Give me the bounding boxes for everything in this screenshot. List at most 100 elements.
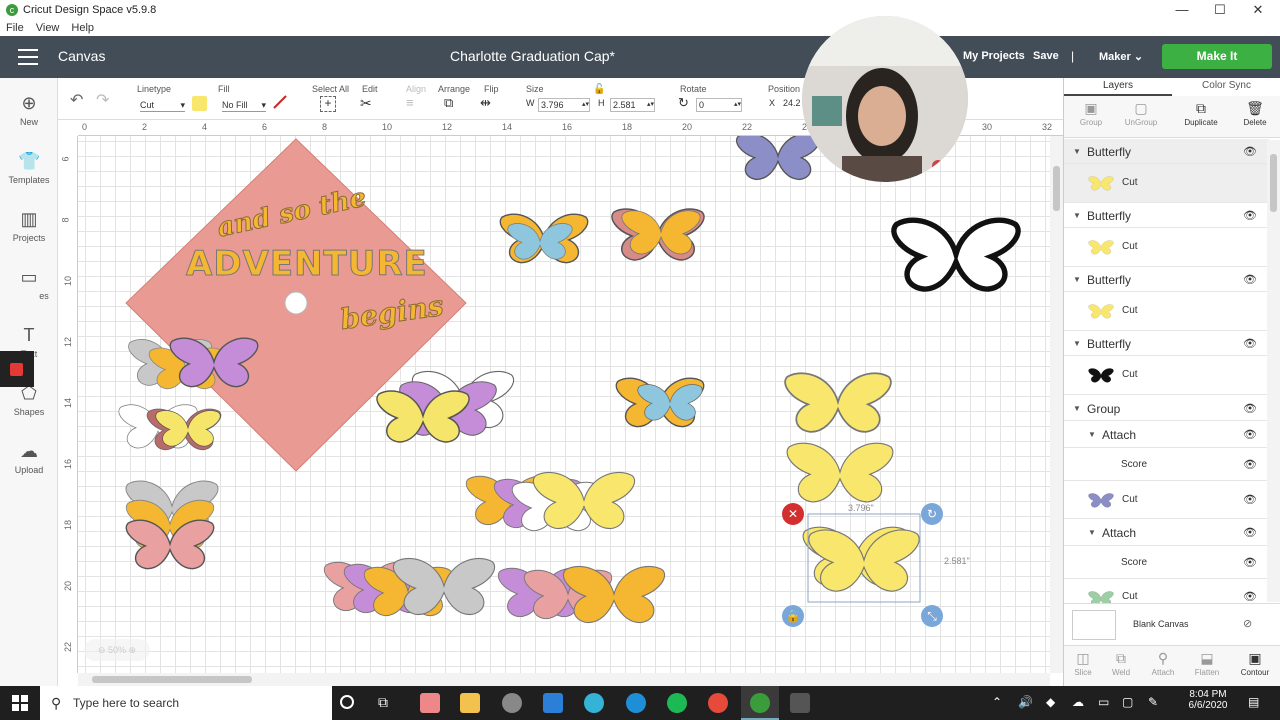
resize-handle-icon[interactable]: ⤡ <box>921 605 943 627</box>
pen-icon[interactable]: ✎ <box>1148 695 1158 709</box>
rotate-input[interactable]: 0 ▴▾ <box>696 98 742 112</box>
cut-row[interactable]: Cut 👁 <box>1064 579 1269 603</box>
dropbox-icon[interactable]: ◆ <box>1046 695 1055 709</box>
eye-icon[interactable]: 👁 <box>1243 428 1257 441</box>
network-icon[interactable]: ▢ <box>1122 695 1133 709</box>
eye-icon[interactable]: 👁 <box>1243 145 1257 158</box>
eye-icon[interactable]: 👁 <box>1243 402 1257 415</box>
layer-op-row[interactable]: Cut <box>1064 292 1269 331</box>
collapse-arrow-icon[interactable]: ▼ <box>1073 275 1081 284</box>
tool-new[interactable]: ⊕ New <box>0 92 58 127</box>
tab-layers[interactable]: Layers <box>1064 78 1172 96</box>
menu-file[interactable]: File <box>6 22 24 34</box>
taskbar-search-input[interactable]: ⚲ Type here to search <box>40 686 332 720</box>
cut-row[interactable]: Cut 👁 <box>1064 481 1269 519</box>
chrome-icon[interactable] <box>708 693 728 713</box>
tab-color-sync[interactable]: Color Sync <box>1172 78 1280 96</box>
eye-hidden-icon[interactable]: ⊘ <box>1243 617 1252 630</box>
blank-canvas-swatch[interactable] <box>1072 610 1116 640</box>
maximize-button[interactable]: ☐ <box>1200 0 1240 20</box>
no-color-icon[interactable] <box>272 94 288 110</box>
butterfly-art[interactable] <box>894 220 1018 289</box>
tool-templates[interactable]: 👕 Templates <box>0 150 58 185</box>
windows-start-icon[interactable] <box>12 695 28 711</box>
menu-help[interactable]: Help <box>71 22 94 34</box>
select-all-icon[interactable]: + <box>320 96 336 112</box>
layer-row[interactable]: ▼ Butterfly 👁 <box>1064 139 1269 164</box>
battery-icon[interactable]: ▭ <box>1098 695 1109 709</box>
align-icon[interactable]: ≡ <box>406 95 414 110</box>
eye-icon[interactable]: 👁 <box>1243 273 1257 286</box>
score-row[interactable]: Score 👁 <box>1064 448 1269 481</box>
collapse-arrow-icon[interactable]: ▼ <box>1088 528 1096 537</box>
group-row[interactable]: ▼ Group 👁 <box>1064 395 1269 421</box>
eye-icon[interactable]: 👁 <box>1243 209 1257 222</box>
collapse-arrow-icon[interactable]: ▼ <box>1073 339 1081 348</box>
rotate-icon[interactable]: ↻ <box>678 95 689 111</box>
redo-icon[interactable]: ↷ <box>96 90 109 110</box>
zoom-control[interactable]: ⊖ 50% ⊕ <box>84 639 150 661</box>
eye-icon[interactable]: 👁 <box>1243 590 1257 603</box>
layer-op-row[interactable]: Cut <box>1064 228 1269 267</box>
flip-icon[interactable]: ⇹ <box>480 95 491 111</box>
ungroup-button[interactable]: ▢ UnGroup <box>1114 100 1168 127</box>
close-window-button[interactable]: ✕ <box>1238 0 1278 20</box>
edge-icon[interactable] <box>626 693 646 713</box>
minimize-button[interactable]: — <box>1162 0 1202 20</box>
x-input[interactable]: 24.2 <box>783 98 803 108</box>
tool-shapes[interactable]: ⬠ Shapes <box>0 382 58 417</box>
group-button[interactable]: ▣ Group <box>1064 100 1118 127</box>
app-icon[interactable] <box>420 693 440 713</box>
menu-view[interactable]: View <box>36 22 60 34</box>
recording-stop-icon[interactable] <box>0 351 34 387</box>
lock-icon[interactable]: 🔓 <box>593 84 605 95</box>
arrange-icon[interactable]: ⧉ <box>444 95 453 111</box>
app-icon[interactable] <box>584 693 604 713</box>
tool-projects[interactable]: ▥ Projects <box>0 208 58 243</box>
notifications-icon[interactable]: ▤ <box>1248 695 1259 709</box>
lock-handle-icon[interactable]: 🔒 <box>782 605 804 627</box>
cloud-icon[interactable]: ☁ <box>1072 695 1084 709</box>
rotate-handle-icon[interactable]: ↻ <box>921 503 943 525</box>
attach-row[interactable]: ▼ Attach 👁 <box>1064 421 1269 448</box>
layer-row[interactable]: ▼ Butterfly 👁 <box>1064 203 1269 228</box>
save-button[interactable]: Save <box>1033 50 1059 62</box>
design-canvas[interactable]: and so the ADVENTURE begins ✕ ↻ 🔒 ⤡ 3.79… <box>78 136 1050 673</box>
show-hidden-icons-icon[interactable]: ⌃ <box>992 695 1002 709</box>
settings-icon[interactable] <box>502 693 522 713</box>
fill-select[interactable]: No Fill ▾ <box>222 98 266 112</box>
blank-canvas-row[interactable]: Blank Canvas ⊘ <box>1064 603 1280 645</box>
task-view-icon[interactable]: ⧉ <box>378 694 388 711</box>
fill-color-swatch[interactable] <box>192 96 207 111</box>
butterfly-art[interactable] <box>735 136 821 181</box>
delete-button[interactable]: 🗑 Delete <box>1228 100 1280 127</box>
height-input[interactable]: 2.581 ▴▾ <box>610 98 655 112</box>
butterfly-art[interactable] <box>786 442 894 503</box>
make-it-button[interactable]: Make It <box>1162 44 1272 69</box>
eye-icon[interactable]: 👁 <box>1243 337 1257 350</box>
app-icon[interactable] <box>790 693 810 713</box>
eye-icon[interactable]: 👁 <box>1243 526 1257 539</box>
hamburger-menu-icon[interactable] <box>18 49 38 65</box>
edit-icon[interactable]: ✂ <box>360 95 372 112</box>
collapse-arrow-icon[interactable]: ▼ <box>1073 211 1081 220</box>
layer-op-row[interactable]: Cut <box>1064 164 1269 203</box>
width-input[interactable]: 3.796 ▴▾ <box>538 98 590 112</box>
eye-icon[interactable]: 👁 <box>1243 556 1257 569</box>
tool-images[interactable]: ▭ es <box>0 266 58 301</box>
machine-select[interactable]: Maker ⌄ <box>1099 50 1143 63</box>
canvas-vertical-scrollbar[interactable] <box>1050 136 1063 673</box>
cap-text-line2[interactable]: ADVENTURE <box>186 244 428 285</box>
flatten-button[interactable]: ⬓ Flatten <box>1180 650 1234 677</box>
layer-op-row[interactable]: Cut <box>1064 356 1269 395</box>
file-explorer-icon[interactable] <box>460 693 480 713</box>
attach-row[interactable]: ▼ Attach 👁 <box>1064 519 1269 546</box>
collapse-arrow-icon[interactable]: ▼ <box>1073 404 1081 413</box>
eye-icon[interactable]: 👁 <box>1243 458 1257 471</box>
eye-icon[interactable]: 👁 <box>1243 493 1257 506</box>
tool-upload[interactable]: ☁ Upload <box>0 440 58 475</box>
zoom-in-icon[interactable]: ⊕ <box>129 645 137 655</box>
layer-row[interactable]: ▼ Butterfly 👁 <box>1064 267 1269 292</box>
butterfly-art[interactable] <box>784 372 892 433</box>
mail-icon[interactable] <box>543 693 563 713</box>
